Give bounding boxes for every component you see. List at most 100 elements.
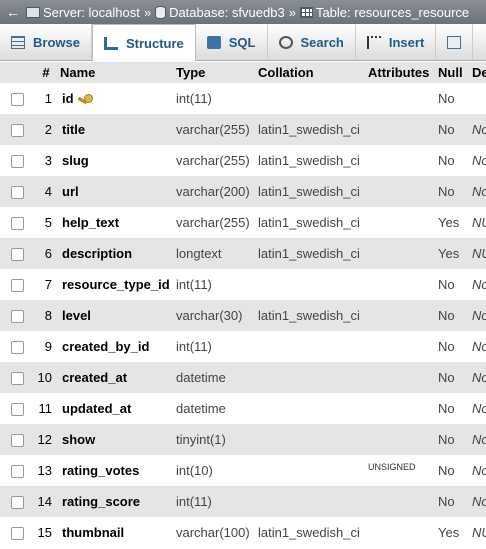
row-checkbox[interactable] [0,207,34,238]
table-row[interactable]: 14 rating_score int(11) No No [0,486,486,517]
column-null: Yes [436,207,470,238]
row-number-text: 7 [44,277,52,292]
row-checkbox-input[interactable] [10,527,24,541]
column-type-text: varchar(100) [176,525,250,540]
column-name: help_text [58,207,174,238]
row-checkbox[interactable] [0,176,34,207]
table-row[interactable]: 10 created_at datetime No No [0,362,486,393]
table-row[interactable]: 15 thumbnail varchar(100) latin1_swedish_ci… [0,517,486,548]
row-checkbox-input[interactable] [10,217,24,231]
row-checkbox-input[interactable] [10,155,24,169]
row-checkbox[interactable] [0,114,34,145]
breadcrumb-database-label[interactable]: Database: sfvuedb3 [169,5,285,20]
table-row[interactable]: 5 help_text varchar(255) latin1_swedish_ci Y… [0,207,486,238]
table-row[interactable]: 7 resource_type_id int(11) No No [0,269,486,300]
column-name-text: id [62,91,74,106]
column-null: No [436,486,470,517]
column-collation [256,424,366,455]
tab-bar: Browse Structure SQL Search Insert [0,24,486,61]
column-name: created_by_id [58,331,174,362]
column-name: resource_type_id [58,269,174,300]
row-checkbox-input[interactable] [10,279,24,293]
header-name[interactable]: Name [58,62,174,83]
header-collation[interactable]: Collation [256,62,366,83]
row-number-text: 13 [37,463,52,478]
tab-sql[interactable]: SQL [196,24,268,60]
row-number: 14 [34,486,58,517]
column-default: No [470,331,486,362]
column-attributes [366,300,436,331]
row-checkbox-input[interactable] [10,372,24,386]
row-checkbox[interactable] [0,83,34,114]
column-collation [256,455,366,486]
table-row[interactable]: 13 rating_votes int(10) UNSIGNED No No [0,455,486,486]
table-header-row: # Name Type Collation Attributes Null De [0,62,486,83]
row-number: 4 [34,176,58,207]
tab-more[interactable] [436,24,474,60]
row-checkbox-input[interactable] [10,310,24,324]
header-attributes[interactable]: Attributes [366,62,436,83]
row-number: 13 [34,455,58,486]
header-default[interactable]: De [470,62,486,83]
table-row[interactable]: 9 created_by_id int(11) No No [0,331,486,362]
structure-icon [103,36,118,50]
row-checkbox[interactable] [0,331,34,362]
row-checkbox[interactable] [0,238,34,269]
table-row[interactable]: 3 slug varchar(255) latin1_swedish_ci No No [0,145,486,176]
table-row[interactable]: 4 url varchar(200) latin1_swedish_ci No No [0,176,486,207]
row-checkbox-input[interactable] [10,93,24,107]
back-arrow-icon[interactable]: ← [0,4,26,20]
breadcrumb-table[interactable]: Table: resources_resource [299,5,469,20]
table-row[interactable]: 6 description longtext latin1_swedish_ci Yes… [0,238,486,269]
column-attributes [366,393,436,424]
column-default-text: No [472,153,486,168]
column-default: No [470,455,486,486]
column-default-text: No [472,122,486,137]
row-checkbox[interactable] [0,455,34,486]
column-type: int(11) [174,83,256,114]
header-null[interactable]: Null [436,62,470,83]
row-checkbox[interactable] [0,269,34,300]
row-checkbox[interactable] [0,393,34,424]
column-default-text: No [472,463,486,478]
column-name: title [58,114,174,145]
row-checkbox[interactable] [0,486,34,517]
table-row[interactable]: 1 id int(11) No [0,83,486,114]
column-name: show [58,424,174,455]
header-type[interactable]: Type [174,62,256,83]
row-number: 9 [34,331,58,362]
row-checkbox-input[interactable] [10,186,24,200]
row-checkbox[interactable] [0,362,34,393]
column-null: No [436,269,470,300]
row-checkbox-input[interactable] [10,248,24,262]
table-row[interactable]: 12 show tinyint(1) No No [0,424,486,455]
row-checkbox[interactable] [0,300,34,331]
row-checkbox[interactable] [0,424,34,455]
column-name-text: rating_votes [62,463,140,478]
column-type-text: varchar(30) [176,308,243,323]
table-row[interactable]: 8 level varchar(30) latin1_swedish_ci No No [0,300,486,331]
tab-search[interactable]: Search [268,24,356,60]
row-checkbox[interactable] [0,145,34,176]
column-default: No [470,486,486,517]
row-checkbox[interactable] [0,517,34,548]
breadcrumb-server-label[interactable]: Server: localhost [43,5,140,20]
table-row[interactable]: 11 updated_at datetime No No [0,393,486,424]
table-row[interactable]: 2 title varchar(255) latin1_swedish_ci No No [0,114,486,145]
tab-structure[interactable]: Structure [91,24,196,61]
row-checkbox-input[interactable] [10,341,24,355]
breadcrumb-server[interactable]: Server: localhost [26,5,140,20]
tab-browse[interactable]: Browse [0,24,92,60]
row-checkbox-input[interactable] [10,403,24,417]
row-checkbox-input[interactable] [10,496,24,510]
breadcrumb-database[interactable]: Database: sfvuedb3 [155,5,285,20]
row-checkbox-input[interactable] [10,124,24,138]
row-checkbox-input[interactable] [10,434,24,448]
column-default-text: No [472,494,486,509]
row-checkbox-input[interactable] [10,465,24,479]
breadcrumb-table-label[interactable]: Table: resources_resource [316,5,469,20]
column-name: rating_votes [58,455,174,486]
column-name: level [58,300,174,331]
column-attributes [366,424,436,455]
tab-insert[interactable]: Insert [356,24,437,60]
